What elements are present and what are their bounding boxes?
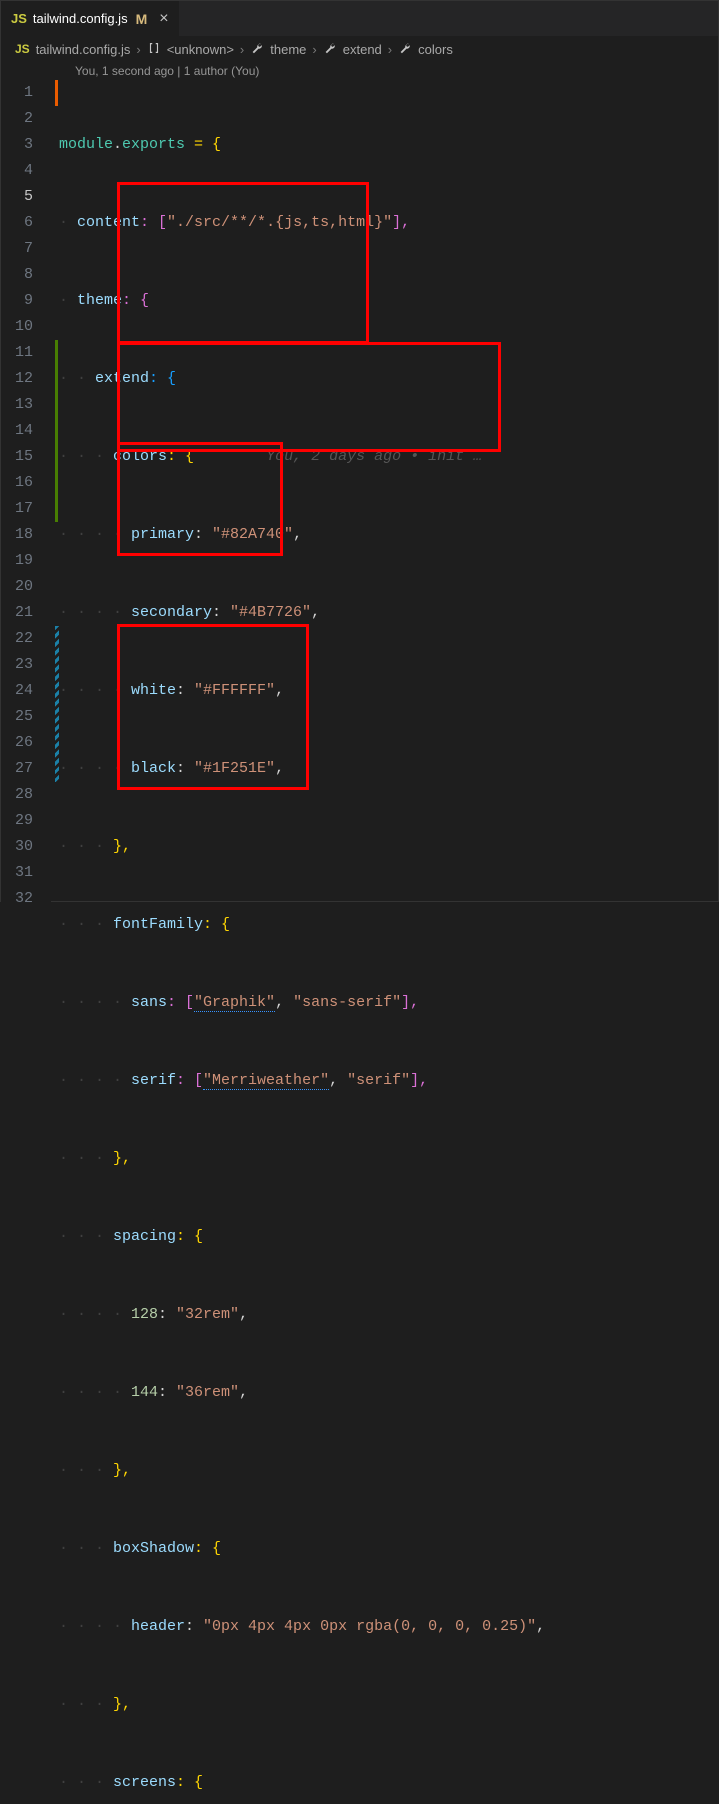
code-editor[interactable]: 1234567891011121314151617181920212223242…	[1, 80, 718, 1804]
line-number: 14	[11, 418, 33, 444]
chevron-right-icon: ›	[312, 42, 316, 57]
line-number: 25	[11, 704, 33, 730]
js-file-icon: JS	[15, 42, 30, 56]
breadcrumb-item-theme[interactable]: theme	[270, 42, 306, 57]
brackets-icon	[147, 41, 161, 58]
breadcrumb-item-extend[interactable]: extend	[343, 42, 382, 57]
line-number: 21	[11, 600, 33, 626]
line-number: 32	[11, 886, 33, 912]
breadcrumb-item-unknown[interactable]: <unknown>	[167, 42, 234, 57]
breadcrumb[interactable]: JS tailwind.config.js › <unknown> › them…	[1, 36, 718, 62]
line-number: 31	[11, 860, 33, 886]
line-number: 18	[11, 522, 33, 548]
line-number: 27	[11, 756, 33, 782]
line-number: 2	[11, 106, 33, 132]
chevron-right-icon: ›	[240, 42, 244, 57]
tab-modified-badge: M	[136, 11, 148, 27]
line-number: 29	[11, 808, 33, 834]
breadcrumb-file[interactable]: tailwind.config.js	[36, 42, 131, 57]
line-number: 15	[11, 444, 33, 470]
chevron-right-icon: ›	[388, 42, 392, 57]
editor-tab[interactable]: JS tailwind.config.js M ×	[1, 1, 180, 36]
line-number: 8	[11, 262, 33, 288]
tab-bar: JS tailwind.config.js M ×	[1, 1, 718, 36]
line-number: 4	[11, 158, 33, 184]
line-number: 6	[11, 210, 33, 236]
annotation-box-fontfamily	[117, 342, 501, 452]
close-icon[interactable]: ×	[159, 11, 168, 27]
line-number: 28	[11, 782, 33, 808]
line-number: 5	[11, 184, 33, 210]
wrench-icon	[323, 41, 337, 58]
line-number: 9	[11, 288, 33, 314]
tab-title: tailwind.config.js	[33, 11, 128, 26]
chevron-right-icon: ›	[136, 42, 140, 57]
line-number: 26	[11, 730, 33, 756]
code-area[interactable]: module.exports = { · content: ["./src/**…	[51, 80, 545, 1804]
line-number: 30	[11, 834, 33, 860]
wrench-icon	[250, 41, 264, 58]
wrench-icon	[398, 41, 412, 58]
line-number: 11	[11, 340, 33, 366]
line-number: 10	[11, 314, 33, 340]
line-number: 13	[11, 392, 33, 418]
git-blame-annotation: You, 2 days ago • init …	[194, 448, 482, 465]
line-number-gutter: 1234567891011121314151617181920212223242…	[1, 80, 51, 1804]
breadcrumb-item-colors[interactable]: colors	[418, 42, 453, 57]
line-number: 24	[11, 678, 33, 704]
line-number: 16	[11, 470, 33, 496]
line-number: 22	[11, 626, 33, 652]
line-number: 3	[11, 132, 33, 158]
line-number: 7	[11, 236, 33, 262]
line-number: 12	[11, 366, 33, 392]
line-number: 17	[11, 496, 33, 522]
line-number: 1	[11, 80, 33, 106]
annotation-box-colors	[117, 182, 369, 344]
line-number: 20	[11, 574, 33, 600]
line-number: 23	[11, 652, 33, 678]
line-number: 19	[11, 548, 33, 574]
js-file-icon: JS	[11, 11, 27, 26]
codelens-authors[interactable]: You, 1 second ago | 1 author (You)	[1, 62, 718, 80]
